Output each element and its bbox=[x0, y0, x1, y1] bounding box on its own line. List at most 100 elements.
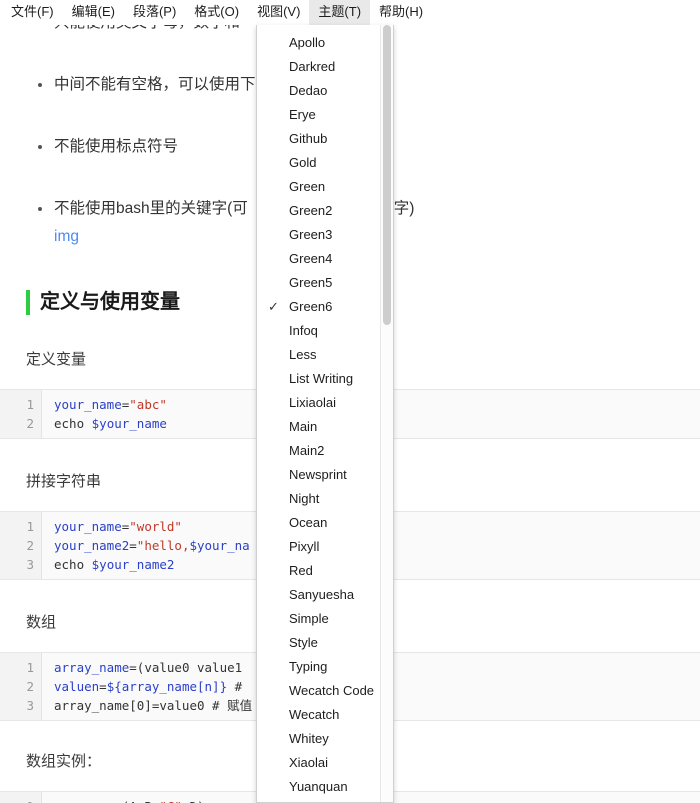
theme-option-xiaolai[interactable]: Xiaolai bbox=[257, 751, 393, 775]
theme-option-gold[interactable]: Gold bbox=[257, 151, 393, 175]
code-token: $your_name bbox=[91, 416, 167, 431]
theme-option-red[interactable]: Red bbox=[257, 559, 393, 583]
theme-option-darkred[interactable]: Darkred bbox=[257, 55, 393, 79]
theme-option-night[interactable]: Night bbox=[257, 487, 393, 511]
code-token: array_name bbox=[54, 660, 130, 675]
theme-option-label: Darkred bbox=[289, 59, 336, 74]
theme-option-label: Newsprint bbox=[289, 467, 347, 482]
code-token: D) bbox=[182, 799, 204, 803]
theme-option-green6[interactable]: ✓ Green6 bbox=[257, 295, 393, 319]
code-token: = bbox=[99, 679, 107, 694]
code-token: "world" bbox=[129, 519, 182, 534]
theme-option-list-writing[interactable]: List Writing bbox=[257, 367, 393, 391]
menu-help[interactable]: 帮助(H) bbox=[370, 0, 432, 25]
theme-option-label: Style bbox=[289, 635, 318, 650]
theme-option-label: Yuanquan bbox=[289, 779, 348, 794]
theme-option-label: Dedao bbox=[289, 83, 328, 98]
theme-option-main2[interactable]: Main2 bbox=[257, 439, 393, 463]
theme-option-sanyuesha[interactable]: Sanyuesha bbox=[257, 583, 393, 607]
code-token: my_array bbox=[54, 799, 114, 803]
menu-theme[interactable]: 主题(T) bbox=[309, 0, 371, 25]
theme-option-label: Pixyll bbox=[289, 539, 320, 554]
code-token: $your_name2 bbox=[91, 557, 175, 572]
dropdown-scrollbar[interactable] bbox=[380, 25, 393, 802]
bullet-text-3: 不能使用标点符号 bbox=[54, 138, 179, 155]
theme-option-label: Whitey bbox=[289, 731, 329, 746]
bullet-text-1: 只能使用英文字母，数字和 bbox=[54, 25, 240, 31]
theme-option-yuanquan[interactable]: Yuanquan bbox=[257, 775, 393, 799]
theme-option-label: List Writing bbox=[289, 371, 354, 386]
theme-option-label: Green bbox=[289, 179, 326, 194]
theme-option-label: Simple bbox=[289, 611, 329, 626]
menu-file[interactable]: 文件(F) bbox=[2, 0, 63, 25]
theme-option-wecatch-code[interactable]: Wecatch Code bbox=[257, 679, 393, 703]
theme-option-label: Green4 bbox=[289, 251, 333, 266]
theme-option-label: Green6 bbox=[289, 299, 333, 314]
code-token: # bbox=[227, 679, 243, 694]
dropdown-scrollbar-thumb[interactable] bbox=[383, 25, 391, 325]
theme-option-green3[interactable]: Green3 bbox=[257, 223, 393, 247]
theme-option-label: Github bbox=[289, 131, 328, 146]
theme-option-label: Less bbox=[289, 347, 317, 362]
theme-option-ocean[interactable]: Ocean bbox=[257, 511, 393, 535]
theme-option-less[interactable]: Less bbox=[257, 343, 393, 367]
theme-option-erye[interactable]: Erye bbox=[257, 103, 393, 127]
code-token: your_name bbox=[54, 519, 122, 534]
theme-option-label: Green2 bbox=[289, 203, 333, 218]
theme-option-label: Ocean bbox=[289, 515, 328, 530]
code-token: = bbox=[129, 538, 137, 553]
theme-option-main[interactable]: Main bbox=[257, 415, 393, 439]
theme-option-label: Typing bbox=[289, 659, 328, 674]
theme-option-green2[interactable]: Green2 bbox=[257, 199, 393, 223]
theme-option-whitey[interactable]: Whitey bbox=[257, 727, 393, 751]
theme-option-label: Infoq bbox=[289, 323, 318, 338]
menu-view[interactable]: 视图(V) bbox=[248, 0, 309, 25]
theme-option-label: Gold bbox=[289, 155, 317, 170]
theme-dropdown-menu[interactable]: Apollo Darkred Dedao Erye Github Gold Green Gre… bbox=[256, 25, 394, 803]
code-gutter-3: 1 2 3 bbox=[0, 653, 42, 720]
theme-option-label: Wecatch Code bbox=[289, 683, 375, 698]
theme-option-label: Wecatch bbox=[289, 707, 340, 722]
theme-option-newsprint[interactable]: Newsprint bbox=[257, 463, 393, 487]
theme-option-style[interactable]: Style bbox=[257, 631, 393, 655]
theme-option-infoq[interactable]: Infoq bbox=[257, 319, 393, 343]
theme-option-label: Apollo bbox=[289, 35, 326, 50]
theme-option-label: Lixiaolai bbox=[289, 395, 336, 410]
theme-option-green4[interactable]: Green4 bbox=[257, 247, 393, 271]
theme-option-label: Green3 bbox=[289, 227, 333, 242]
theme-option-dedao[interactable]: Dedao bbox=[257, 79, 393, 103]
theme-option-green5[interactable]: Green5 bbox=[257, 271, 393, 295]
code-gutter-1: 1 2 bbox=[0, 390, 42, 438]
code-token: ${array_name[n]} bbox=[106, 679, 228, 694]
theme-option-label: Red bbox=[289, 563, 313, 578]
code-token: "hello, bbox=[136, 538, 190, 553]
theme-option-wecatch[interactable]: Wecatch bbox=[257, 703, 393, 727]
menu-format[interactable]: 格式(O) bbox=[185, 0, 248, 25]
code-token: your_name bbox=[54, 397, 122, 412]
theme-option-github[interactable]: Github bbox=[257, 127, 393, 151]
code-token: your_name2 bbox=[54, 538, 130, 553]
code-token: valuen bbox=[54, 679, 100, 694]
code-token: $your_na bbox=[189, 538, 250, 553]
check-icon: ✓ bbox=[268, 299, 279, 314]
code-gutter-4: 1 bbox=[0, 792, 42, 803]
bullet-text-2: 中间不能有空格，可以使用下 bbox=[54, 76, 256, 93]
menu-paragraph[interactable]: 段落(P) bbox=[124, 0, 185, 25]
theme-option-apollo[interactable]: Apollo bbox=[257, 31, 393, 55]
code-gutter-2: 1 2 3 bbox=[0, 512, 42, 579]
theme-option-green[interactable]: Green bbox=[257, 175, 393, 199]
code-token: =(A B bbox=[114, 799, 159, 803]
code-token: "abc" bbox=[129, 397, 167, 412]
menu-edit[interactable]: 编辑(E) bbox=[63, 0, 124, 25]
code-token: array_name[0]=value0 # 赋值 bbox=[54, 698, 253, 713]
theme-option-typing[interactable]: Typing bbox=[257, 655, 393, 679]
theme-option-simple[interactable]: Simple bbox=[257, 607, 393, 631]
code-token: "C" bbox=[159, 799, 182, 803]
theme-option-label: Xiaolai bbox=[289, 755, 329, 770]
code-token: echo bbox=[54, 416, 92, 431]
theme-dropdown-list: Apollo Darkred Dedao Erye Github Gold Green Gre… bbox=[257, 25, 393, 799]
theme-option-label: Main bbox=[289, 419, 318, 434]
theme-option-pixyll[interactable]: Pixyll bbox=[257, 535, 393, 559]
theme-option-label: Main2 bbox=[289, 443, 325, 458]
theme-option-lixiaolai[interactable]: Lixiaolai bbox=[257, 391, 393, 415]
